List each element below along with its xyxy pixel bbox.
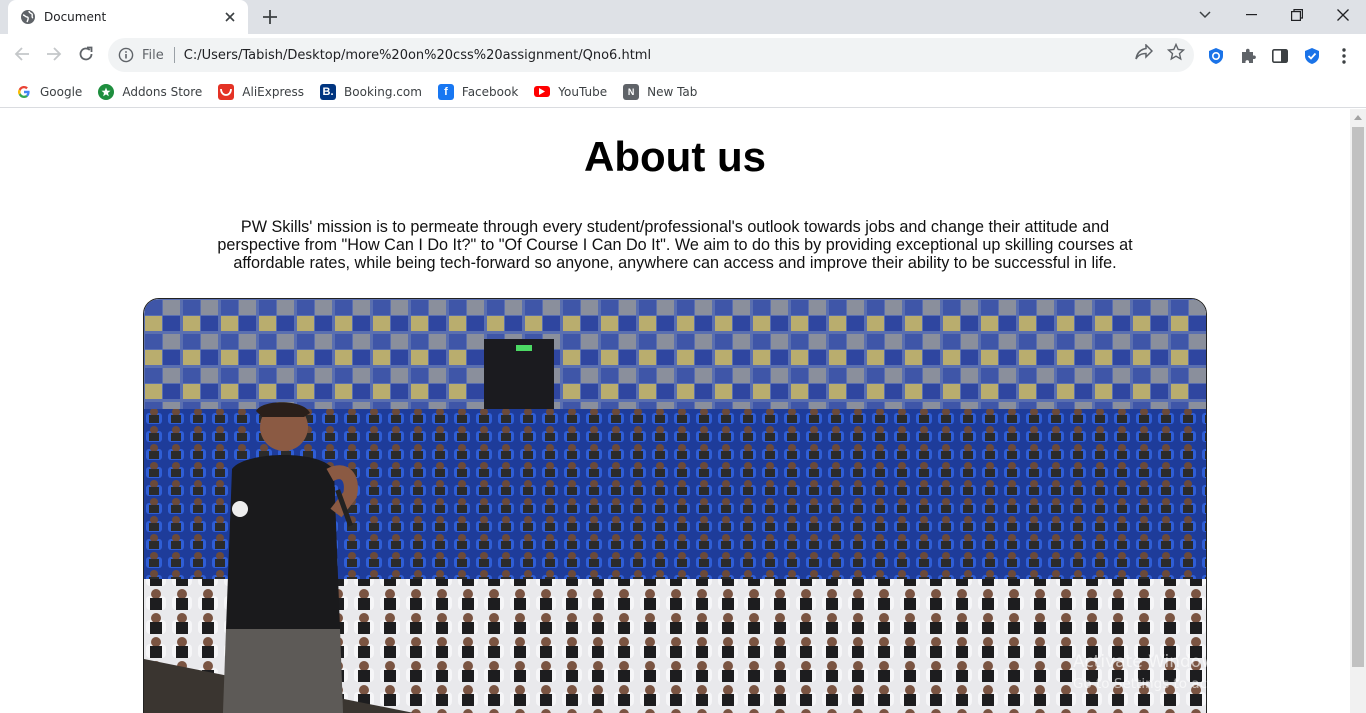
restore-icon[interactable] bbox=[1274, 0, 1320, 30]
url-separator bbox=[173, 47, 175, 63]
windows-activation-watermark: Activate Windows Go to Settings to activ… bbox=[1073, 652, 1315, 692]
tab-search-icon[interactable] bbox=[1182, 0, 1228, 30]
mission-line: perspective from "How Can I Do It?" to "… bbox=[217, 236, 1133, 254]
bookmark-google[interactable]: Google bbox=[8, 78, 90, 106]
mission-line: affordable rates, while being tech-forwa… bbox=[233, 254, 1117, 272]
youtube-icon bbox=[534, 86, 551, 97]
new-tab-icon: N bbox=[623, 83, 640, 100]
close-tab-icon[interactable] bbox=[222, 9, 238, 25]
vertical-scrollbar[interactable] bbox=[1350, 109, 1366, 713]
addons-store-icon bbox=[98, 83, 115, 100]
google-icon bbox=[16, 84, 32, 100]
bookmark-label: Addons Store bbox=[122, 84, 203, 99]
bookmark-addons-store[interactable]: Addons Store bbox=[90, 78, 210, 106]
extension-shield-icon[interactable] bbox=[1205, 45, 1227, 67]
watermark-title: Activate Windows bbox=[1073, 652, 1224, 672]
globe-icon bbox=[20, 9, 36, 25]
bookmark-facebook[interactable]: f Facebook bbox=[430, 78, 526, 106]
bookmark-label: Facebook bbox=[461, 84, 519, 99]
bookmark-label: Google bbox=[40, 84, 83, 99]
page-viewport: About us PW Skills' mission is to permea… bbox=[0, 109, 1350, 713]
minimize-icon[interactable] bbox=[1228, 0, 1274, 30]
vpn-shield-icon[interactable] bbox=[1301, 45, 1323, 67]
bookmark-youtube[interactable]: YouTube bbox=[526, 78, 615, 106]
bookmark-booking[interactable]: B. Booking.com bbox=[312, 78, 430, 106]
tab-title: Document bbox=[44, 10, 107, 24]
scrollbar-thumb[interactable] bbox=[1352, 127, 1364, 667]
scroll-up-arrow-icon[interactable] bbox=[1350, 109, 1366, 126]
bookmark-label: Booking.com bbox=[344, 84, 422, 99]
address-bar[interactable]: File C:/Users/Tabish/Desktop/more%20on%2… bbox=[108, 38, 1194, 72]
mission-line: PW Skills' mission is to permeate throug… bbox=[240, 218, 1110, 236]
bookmark-new-tab[interactable]: N New Tab bbox=[615, 78, 705, 106]
url-scheme: File bbox=[142, 47, 164, 63]
close-window-icon[interactable] bbox=[1320, 0, 1366, 30]
watermark-subtitle: Go to Settings to activate Windows. bbox=[1073, 676, 1315, 692]
bookmark-label: YouTube bbox=[558, 84, 608, 99]
url-text[interactable]: C:/Users/Tabish/Desktop/more%20on%20css%… bbox=[184, 48, 1194, 63]
bookmarks-bar: Google Addons Store AliExpress B. Bookin… bbox=[0, 76, 1366, 108]
bookmark-aliexpress[interactable]: AliExpress bbox=[210, 78, 312, 106]
toolbar: File C:/Users/Tabish/Desktop/more%20on%2… bbox=[0, 34, 1366, 76]
bookmark-star-icon[interactable] bbox=[1166, 42, 1186, 62]
new-tab-button[interactable] bbox=[258, 5, 282, 29]
share-icon[interactable] bbox=[1134, 42, 1154, 62]
forward-icon[interactable] bbox=[39, 39, 69, 69]
bookmark-label: AliExpress bbox=[242, 84, 305, 99]
extensions-puzzle-icon[interactable] bbox=[1237, 45, 1259, 67]
auditorium-image bbox=[144, 299, 1206, 713]
reload-icon[interactable] bbox=[71, 39, 101, 69]
tab-strip: Document bbox=[0, 0, 1366, 34]
side-panel-icon[interactable] bbox=[1269, 45, 1291, 67]
back-icon[interactable] bbox=[7, 39, 37, 69]
mission-paragraph: PW Skills' mission is to permeate throug… bbox=[210, 218, 1140, 272]
menu-kebab-icon[interactable] bbox=[1333, 45, 1355, 67]
bookmark-label: New Tab bbox=[647, 84, 698, 99]
site-info-icon[interactable] bbox=[118, 47, 134, 63]
facebook-icon: f bbox=[437, 83, 454, 100]
auditorium-photo bbox=[143, 298, 1207, 713]
tab-document[interactable]: Document bbox=[8, 0, 248, 34]
aliexpress-icon bbox=[218, 83, 235, 100]
page-title: About us bbox=[584, 133, 766, 180]
booking-icon: B. bbox=[320, 83, 337, 100]
